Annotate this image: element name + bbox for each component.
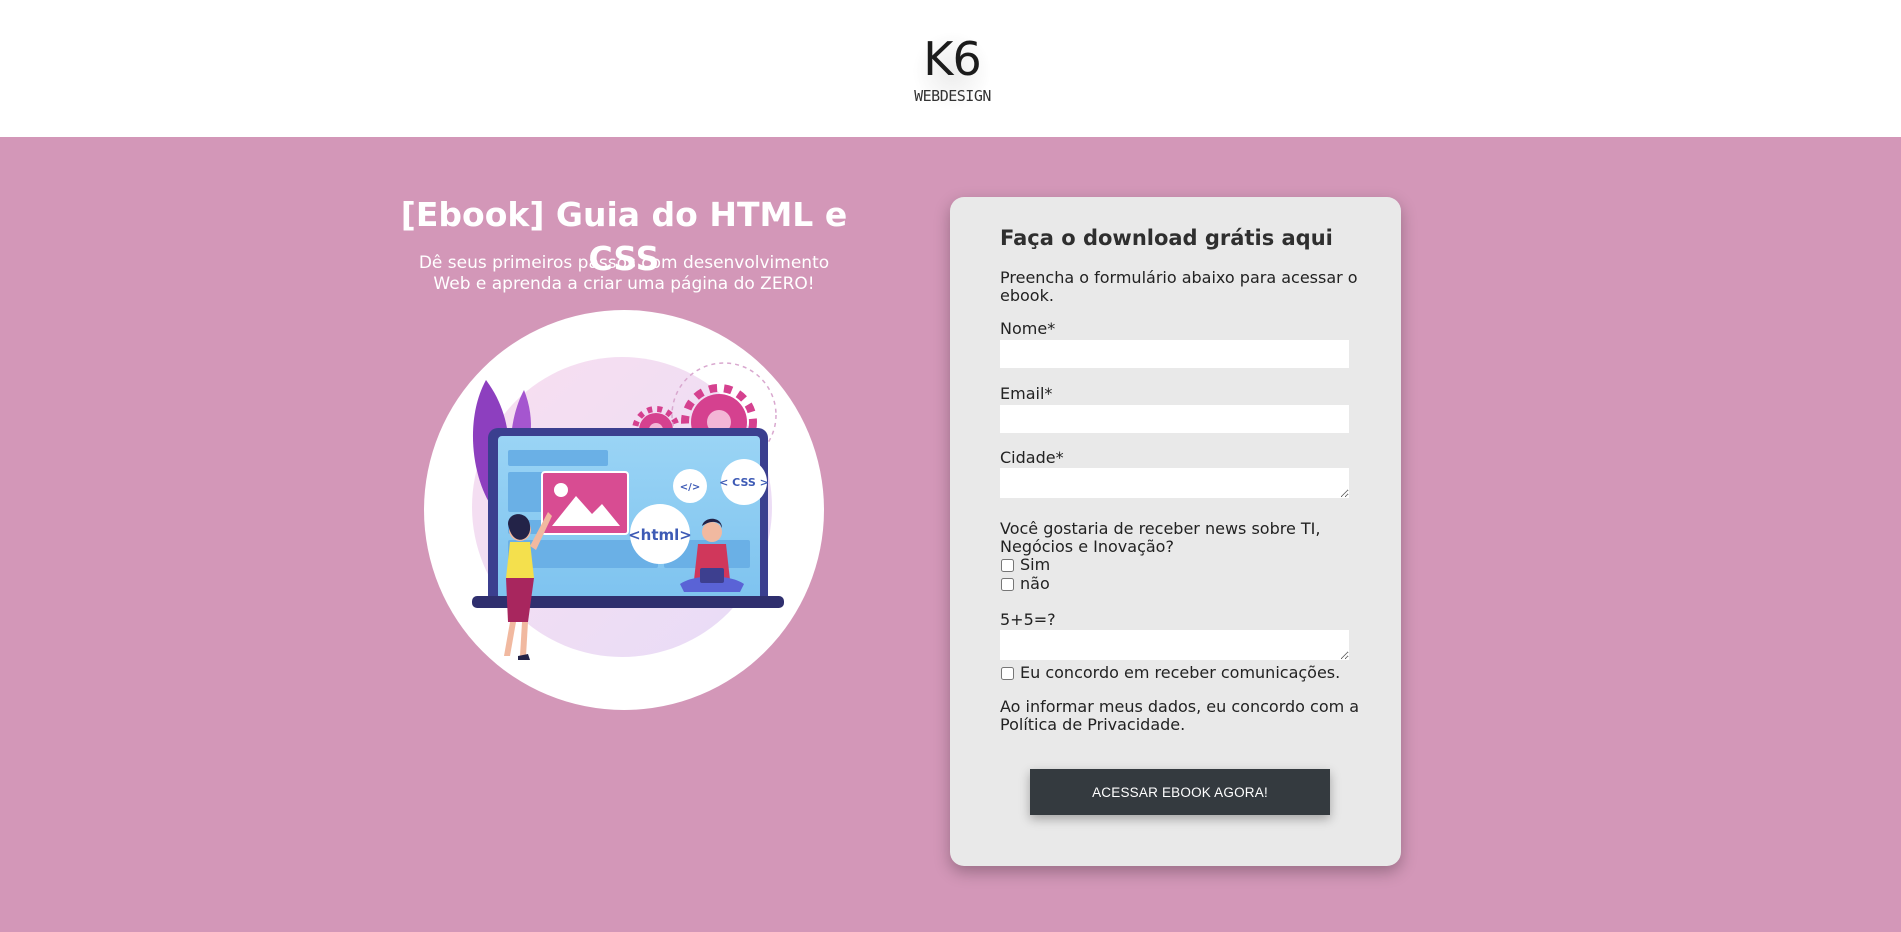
- css-tag-text: < CSS >: [719, 476, 769, 489]
- news-sim-checkbox[interactable]: [1001, 558, 1014, 572]
- ebook-illustration: <html> < CSS > </>: [424, 310, 824, 710]
- access-ebook-button[interactable]: ACESSAR EBOOK AGORA!: [1030, 769, 1330, 815]
- hero-subtitle: Dê seus primeiros passos com desenvolvim…: [395, 253, 853, 295]
- logo-subtitle: WEBDESIGN: [914, 87, 991, 105]
- name-label: Nome*: [1000, 319, 1056, 338]
- captcha-label: 5+5=?: [1000, 610, 1056, 629]
- news-sim-label: Sim: [1020, 555, 1051, 574]
- city-field[interactable]: [1000, 468, 1349, 498]
- email-field[interactable]: [1000, 405, 1349, 433]
- hero-subtitle-line-2: Web e aprenda a criar uma página do ZERO…: [433, 274, 815, 294]
- city-label: Cidade*: [1000, 448, 1064, 467]
- consent-checkbox[interactable]: [1001, 666, 1014, 680]
- news-question: Você gostaria de receber news sobre TI, …: [1000, 519, 1321, 556]
- site-header: K6 WEBDESIGN: [0, 0, 1901, 137]
- news-nao-checkbox[interactable]: [1001, 577, 1014, 591]
- news-option-sim: Sim: [1001, 556, 1050, 574]
- name-field[interactable]: [1000, 340, 1349, 368]
- image-icon: [541, 471, 629, 535]
- form-title: Faça o download grátis aqui: [1000, 226, 1333, 250]
- logo-mark: K6: [923, 32, 981, 86]
- code-tag-text: </>: [680, 482, 700, 493]
- privacy-notice: Ao informar meus dados, eu concordo com …: [1000, 697, 1360, 734]
- consent-label: Eu concordo em receber comunicações.: [1020, 663, 1341, 682]
- news-option-nao: não: [1001, 575, 1050, 593]
- download-form-card: Faça o download grátis aqui Preencha o f…: [950, 197, 1401, 866]
- email-label: Email*: [1000, 384, 1053, 403]
- k6-logo[interactable]: K6 WEBDESIGN: [900, 28, 1005, 113]
- html-tag-text: <html>: [628, 526, 692, 544]
- code-tag-bubble: </>: [673, 469, 707, 503]
- consent-row: Eu concordo em receber comunicações.: [1001, 664, 1340, 682]
- web-development-illustration-icon: <html> < CSS > </>: [424, 310, 824, 710]
- form-description: Preencha o formulário abaixo para acessa…: [1000, 268, 1358, 305]
- captcha-field[interactable]: [1000, 630, 1349, 660]
- news-nao-label: não: [1020, 574, 1050, 593]
- hero-subtitle-line-1: Dê seus primeiros passos com desenvolvim…: [418, 253, 830, 273]
